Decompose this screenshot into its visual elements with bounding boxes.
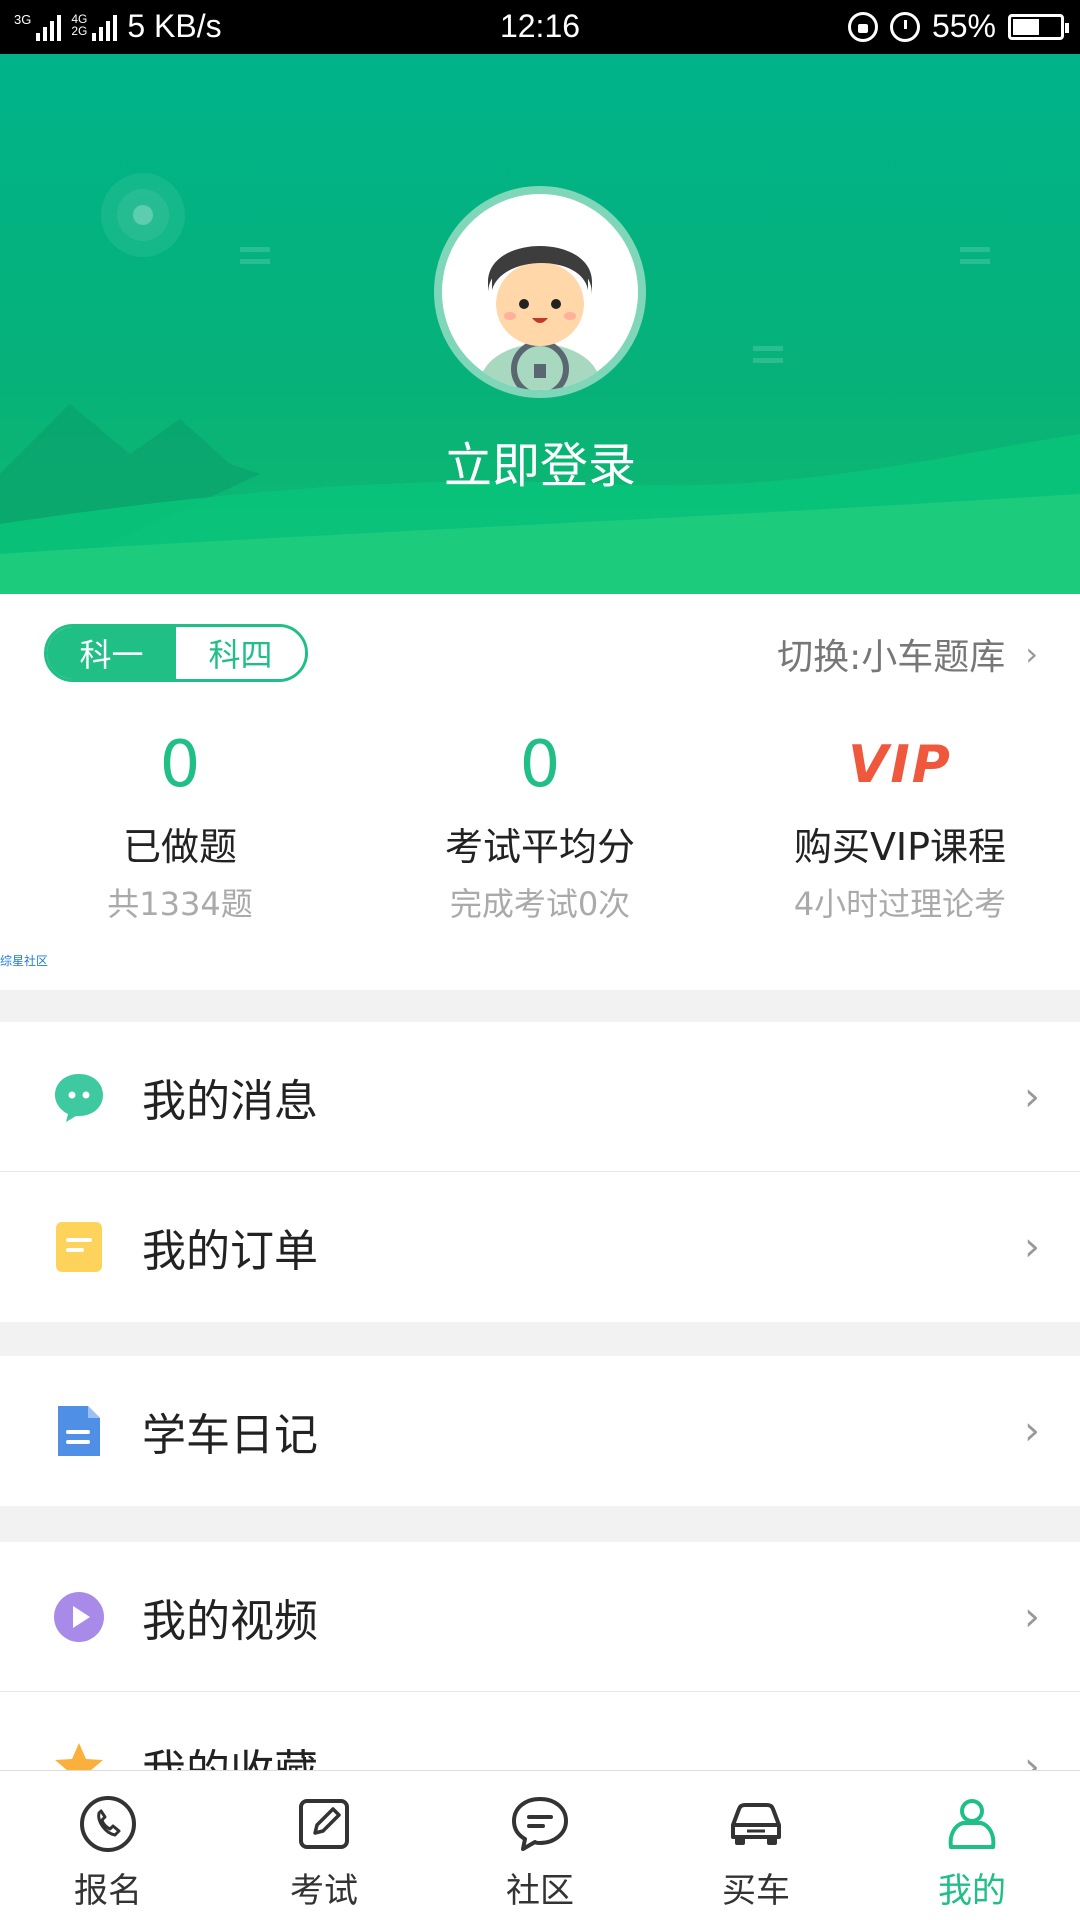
phone-icon xyxy=(80,1796,136,1852)
stat-value: 0 xyxy=(159,728,201,802)
menu-item-orders[interactable]: 我的订单 › xyxy=(0,1172,1080,1322)
nav-label: 我的 xyxy=(938,1871,1006,1911)
subject-toggle: 科一 科四 xyxy=(44,624,308,682)
menu-label: 我的订单 xyxy=(142,1226,318,1277)
rotation-lock-icon xyxy=(847,11,878,42)
stats-row: 0 已做题 共1334题 0 考试平均分 完成考试0次 VIP 购买VIP课程 … xyxy=(0,724,1080,923)
document-icon xyxy=(58,1406,100,1456)
subject-option-4[interactable]: 科四 xyxy=(176,627,305,679)
menu-label: 我的收藏 xyxy=(142,1735,318,1770)
chevron-right-icon: › xyxy=(1024,1224,1040,1270)
subject-option-1[interactable]: 科一 xyxy=(47,627,176,679)
chevron-right-icon: › xyxy=(1024,1593,1040,1640)
menu-group-messages-orders: 我的消息 › 我的订单 › xyxy=(0,1022,1080,1322)
switch-question-bank[interactable]: 切换:小车题库 › xyxy=(777,628,1038,680)
watermark-text: 综星社区 xyxy=(0,954,49,968)
nav-label: 买车 xyxy=(722,1871,790,1911)
avatar[interactable] xyxy=(434,186,646,398)
community-chat-icon xyxy=(512,1797,568,1851)
chevron-right-icon: › xyxy=(1024,1744,1040,1770)
nav-label: 社区 xyxy=(506,1871,574,1911)
menu-label: 我的消息 xyxy=(142,1075,318,1127)
nav-tab-buy-car[interactable]: 买车 xyxy=(648,1771,864,1920)
stat-average-score[interactable]: 0 考试平均分 完成考试0次 xyxy=(360,724,720,925)
chat-bubble-icon xyxy=(55,1073,103,1122)
stat-value: 0 xyxy=(519,728,561,802)
stat-label: 考试平均分 xyxy=(444,825,635,869)
driver-avatar-illustration xyxy=(480,246,600,390)
nav-label: 考试 xyxy=(290,1871,358,1911)
stat-sub: 共1334题 xyxy=(107,885,253,923)
menu-item-messages[interactable]: 我的消息 › xyxy=(0,1022,1080,1172)
stat-done-questions[interactable]: 0 已做题 共1334题 xyxy=(0,724,360,925)
login-button[interactable]: 立即登录 xyxy=(0,426,1080,496)
menu-item-videos[interactable]: 我的视频 › xyxy=(0,1542,1080,1692)
nav-tab-exam[interactable]: 考试 xyxy=(216,1771,432,1920)
star-icon xyxy=(55,1743,103,1770)
profile-icon xyxy=(948,1799,996,1849)
menu-group-diary: 学车日记 › xyxy=(0,1356,1080,1506)
stat-sub: 完成考试0次 xyxy=(449,885,631,923)
menu-label: 学车日记 xyxy=(142,1410,318,1461)
vip-logo: VIP xyxy=(848,735,952,795)
menu-label: 我的视频 xyxy=(142,1595,318,1647)
battery-icon xyxy=(1008,13,1069,40)
nav-label: 报名 xyxy=(74,1871,142,1911)
switch-bank-label: 切换:小车题库 xyxy=(777,637,1006,678)
chevron-right-icon: › xyxy=(1024,1073,1040,1120)
stat-sub: 4小时过理论考 xyxy=(793,885,1007,923)
order-note-icon xyxy=(56,1222,102,1272)
menu-item-diary[interactable]: 学车日记 › xyxy=(0,1356,1080,1506)
study-summary-panel: 科一 科四 切换:小车题库 › 0 已做题 共1334题 0 考试平均分 完成考… xyxy=(0,594,1080,990)
nav-tab-mine[interactable]: 我的 xyxy=(864,1771,1080,1920)
stat-label: 已做题 xyxy=(122,825,237,869)
stat-label: 购买VIP课程 xyxy=(793,825,1007,869)
battery-percent: 55% xyxy=(931,8,996,44)
car-icon xyxy=(731,1803,781,1845)
profile-header: 立即登录 xyxy=(0,54,1080,594)
edit-icon xyxy=(299,1799,349,1849)
status-bar: 3G 4G 2G 5 KB/s 12:16 55% xyxy=(0,0,1080,54)
stat-vip-course[interactable]: VIP 购买VIP课程 4小时过理论考 xyxy=(720,724,1080,925)
nav-tab-community[interactable]: 社区 xyxy=(432,1771,648,1920)
chevron-right-icon: › xyxy=(1024,1408,1040,1454)
menu-group-media: 我的视频 › 我的收藏 › xyxy=(0,1542,1080,1770)
menu-item-favorites[interactable]: 我的收藏 › xyxy=(0,1692,1080,1770)
chevron-right-icon: › xyxy=(1025,635,1038,673)
bottom-navigation: 报名 考试 社区 买车 我的 xyxy=(0,1770,1080,1920)
nav-tab-signup[interactable]: 报名 xyxy=(0,1771,216,1920)
alarm-icon xyxy=(889,11,920,42)
play-icon xyxy=(54,1591,104,1642)
